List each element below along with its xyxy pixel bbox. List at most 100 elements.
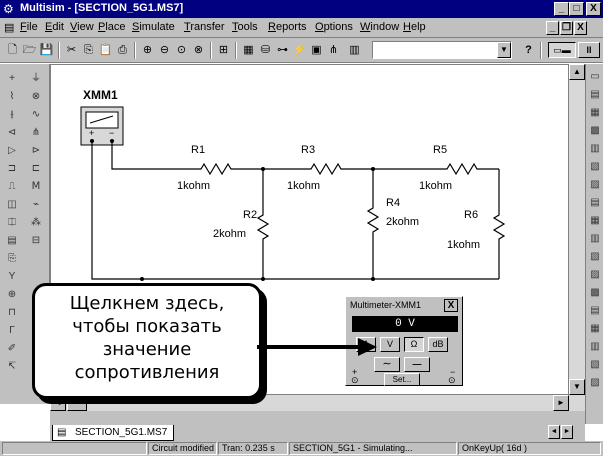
zoom-out-icon[interactable]: ⊖ xyxy=(156,42,173,58)
netlist-icon[interactable]: ⊶ xyxy=(274,42,291,58)
tab-scroll-right-icon[interactable]: ► xyxy=(561,425,573,439)
logic-analyzer-icon[interactable]: ▦ xyxy=(587,214,603,228)
tektronix-scope-icon[interactable]: ▨ xyxy=(587,376,603,390)
agilent-multimeter-icon[interactable]: ▥ xyxy=(587,340,603,354)
paste-icon[interactable]: 📋 xyxy=(97,42,114,58)
resistor-r6[interactable] xyxy=(492,212,506,242)
cut-icon[interactable]: ✂ xyxy=(63,42,80,58)
connector-component-icon[interactable]: ⊕ xyxy=(4,288,20,302)
resistor-r5[interactable] xyxy=(442,162,480,176)
grapher-icon[interactable]: ▣ xyxy=(308,42,325,58)
minus-terminal-icon[interactable]: ⊙ xyxy=(448,375,456,386)
spreadsheet-icon[interactable]: ▦ xyxy=(240,42,257,58)
menu-place[interactable]: Place xyxy=(98,21,126,33)
ground-component-icon[interactable]: ⏚ xyxy=(28,72,44,86)
frequency-counter-icon[interactable]: ▨ xyxy=(587,178,603,192)
wattmeter-icon[interactable]: ▦ xyxy=(587,106,603,120)
scroll-up-icon[interactable]: ▲ xyxy=(569,64,585,80)
menu-transfer[interactable]: Transfer xyxy=(184,21,225,33)
agilent-generator-icon[interactable]: ▦ xyxy=(587,322,603,336)
new-file-icon[interactable]: 🗋 xyxy=(4,42,21,58)
menu-reports[interactable]: Reports xyxy=(268,21,307,33)
menu-options[interactable]: Options xyxy=(315,21,353,33)
postprocessor-icon[interactable]: ⋔ xyxy=(325,42,342,58)
bode-plotter-icon[interactable]: ▧ xyxy=(587,160,603,174)
menu-window[interactable]: Window xyxy=(360,21,399,33)
network-analyzer-icon[interactable]: ▤ xyxy=(587,304,603,318)
probe-component-icon[interactable]: ⊗ xyxy=(28,90,44,104)
misc-component-icon[interactable]: ⌁ xyxy=(28,198,44,212)
minimize-button[interactable]: _ xyxy=(554,2,569,16)
vertical-scrollbar[interactable]: ▲ ▼ xyxy=(569,64,585,395)
rf-component-icon[interactable]: ⁂ xyxy=(28,216,44,230)
place-text-icon[interactable]: ⊓ xyxy=(4,306,20,320)
plus-terminal-icon[interactable]: ⊙ xyxy=(351,375,359,386)
oscilloscope-icon[interactable]: ▩ xyxy=(587,124,603,138)
wire-tool-icon[interactable]: Γ xyxy=(4,324,20,338)
opamp-component-icon[interactable]: ⊳ xyxy=(28,144,44,158)
menu-simulate[interactable]: Simulate xyxy=(132,21,175,33)
diode-component-icon[interactable]: ⊲ xyxy=(4,126,20,140)
indicator-component-icon[interactable]: ◫ xyxy=(4,198,20,212)
copy-icon[interactable]: ⎘ xyxy=(80,42,97,58)
word-generator-icon[interactable]: ▤ xyxy=(587,196,603,210)
analysis-icon[interactable]: ⚡ xyxy=(291,42,308,58)
help-button[interactable]: ? xyxy=(520,42,537,58)
set-button[interactable]: Set... xyxy=(384,373,420,386)
iv-analyzer-icon[interactable]: ▧ xyxy=(587,250,603,264)
dc-mode-button[interactable]: — xyxy=(404,357,430,372)
pause-button[interactable]: II xyxy=(578,42,600,58)
open-folder-icon[interactable]: 🗁 xyxy=(21,42,38,58)
menu-view[interactable]: View xyxy=(70,21,94,33)
component-icon[interactable]: ⊞ xyxy=(215,42,232,58)
resistor-component-icon[interactable]: ⌇ xyxy=(4,90,20,104)
analog-component-icon[interactable]: ▷ xyxy=(4,144,20,158)
controls-component-icon[interactable]: ⎅ xyxy=(4,216,20,230)
save-icon[interactable]: 💾 xyxy=(38,42,55,58)
doc-close-button[interactable]: X xyxy=(574,21,587,35)
junction-tool-icon[interactable]: ↸ xyxy=(4,360,20,374)
bus-tool-icon[interactable]: ✐ xyxy=(4,342,20,356)
document-icon[interactable]: ▤ xyxy=(4,21,14,34)
zoom-in-icon[interactable]: ⊕ xyxy=(139,42,156,58)
maximize-button[interactable]: □ xyxy=(569,2,584,16)
zoom-area-icon[interactable]: ⊙ xyxy=(173,42,190,58)
close-button[interactable]: X xyxy=(586,2,601,16)
simulate-switch[interactable]: ▭▬ xyxy=(548,42,576,58)
multimeter-symbol[interactable]: + − xyxy=(80,106,124,146)
ladder-component-icon[interactable]: ⊟ xyxy=(28,234,44,248)
bus-component-icon[interactable]: Y xyxy=(4,270,20,284)
ttl-component-icon[interactable]: ⊐ xyxy=(4,162,20,176)
resistor-r2[interactable] xyxy=(256,212,270,242)
resistor-r4[interactable] xyxy=(366,205,380,235)
agilent-scope-icon[interactable]: ▧ xyxy=(587,358,603,372)
breadboard-icon[interactable]: ▥ xyxy=(346,42,363,58)
resistor-r3[interactable] xyxy=(306,162,344,176)
doc-restore-button[interactable]: ❐ xyxy=(560,21,573,35)
database-icon[interactable]: ⛁ xyxy=(257,42,274,58)
electromech-component-icon[interactable]: ▤ xyxy=(4,234,20,248)
cmos-component-icon[interactable]: ⊏ xyxy=(28,162,44,176)
spectrum-analyzer-icon[interactable]: ▩ xyxy=(587,286,603,300)
menu-tools[interactable]: Tools xyxy=(232,21,258,33)
function-generator-icon[interactable]: ▤ xyxy=(587,88,603,102)
transistor-component-icon[interactable]: ⋔ xyxy=(28,126,44,140)
scroll-right-icon[interactable]: ► xyxy=(553,395,569,411)
scroll-down-icon[interactable]: ▼ xyxy=(569,379,585,395)
tab-section-5g1[interactable]: ▤ SECTION_5G1.MS7 xyxy=(52,425,175,441)
mixed-component-icon[interactable]: Ⅿ xyxy=(28,180,44,194)
mode-ohmmeter-button[interactable]: Ω xyxy=(404,337,424,352)
doc-minimize-button[interactable]: _ xyxy=(546,21,559,35)
four-channel-scope-icon[interactable]: ▥ xyxy=(587,142,603,156)
tab-scroll-left-icon[interactable]: ◄ xyxy=(548,425,560,439)
inductor-component-icon[interactable]: ∿ xyxy=(28,108,44,122)
hierarchical-block-icon[interactable]: ⎘ xyxy=(4,252,20,266)
multimeter-close-button[interactable]: X xyxy=(444,299,458,312)
print-icon[interactable]: ⎙ xyxy=(114,42,131,58)
digital-component-icon[interactable]: ⎍ xyxy=(4,180,20,194)
resistor-r1[interactable] xyxy=(196,162,234,176)
source-component-icon[interactable]: + xyxy=(4,72,20,86)
distortion-analyzer-icon[interactable]: ▨ xyxy=(587,268,603,282)
chevron-down-icon[interactable]: ▼ xyxy=(497,42,511,58)
mode-voltmeter-button[interactable]: V xyxy=(380,337,400,352)
